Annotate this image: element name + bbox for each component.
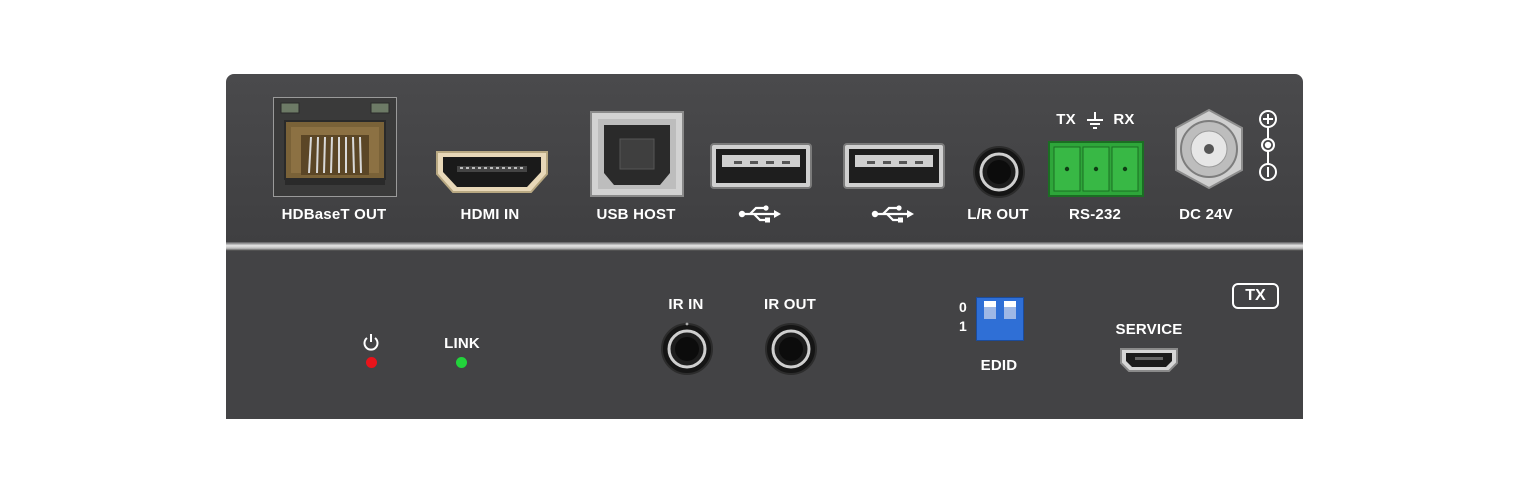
hdbaset-out-label: HDBaseT OUT: [281, 206, 387, 223]
power-led: [366, 357, 377, 368]
usb-host-port[interactable]: [590, 111, 684, 197]
ir-out-jack[interactable]: [764, 322, 818, 376]
edid-dip-switch[interactable]: [976, 297, 1024, 341]
ir-in-jack[interactable]: [660, 322, 714, 376]
usb-a-port-2[interactable]: [843, 143, 945, 189]
dc-24v-label: DC 24V: [1179, 206, 1233, 223]
lr-out-jack[interactable]: [972, 145, 1026, 199]
link-label: LINK: [444, 335, 480, 352]
usb-a-port-1[interactable]: [710, 143, 812, 189]
power-icon: [362, 333, 380, 351]
hdmi-in-port[interactable]: [433, 148, 551, 196]
dc-24v-power-port[interactable]: [1172, 108, 1246, 190]
tx-badge: TX: [1232, 283, 1279, 309]
ground-icon: [1086, 111, 1104, 129]
usb-host-label: USB HOST: [596, 206, 676, 223]
polarity-icon: [1257, 108, 1279, 184]
lr-out-label: L/R OUT: [967, 206, 1029, 223]
link-led: [456, 357, 467, 368]
rs232-label: RS-232: [1068, 206, 1122, 223]
hdmi-in-label: HDMI IN: [460, 206, 520, 223]
tx-badge-text: TX: [1245, 287, 1266, 304]
service-label: SERVICE: [1115, 321, 1183, 338]
rs232-terminal-block[interactable]: [1048, 141, 1144, 197]
hdbaset-out-port[interactable]: [273, 97, 397, 197]
edid-switch-off-label: 0: [959, 299, 967, 315]
ir-out-label: IR OUT: [763, 296, 817, 313]
service-micro-usb-port[interactable]: [1119, 347, 1179, 373]
usb-icon: [871, 205, 915, 223]
ir-in-label: IR IN: [668, 296, 704, 313]
usb-icon: [738, 205, 782, 223]
rs232-tx-label: TX: [1056, 111, 1076, 128]
rs232-rx-label: RX: [1113, 111, 1135, 128]
edid-switch-on-label: 1: [959, 318, 967, 334]
panel-divider: [226, 242, 1303, 251]
edid-label: EDID: [980, 357, 1018, 374]
